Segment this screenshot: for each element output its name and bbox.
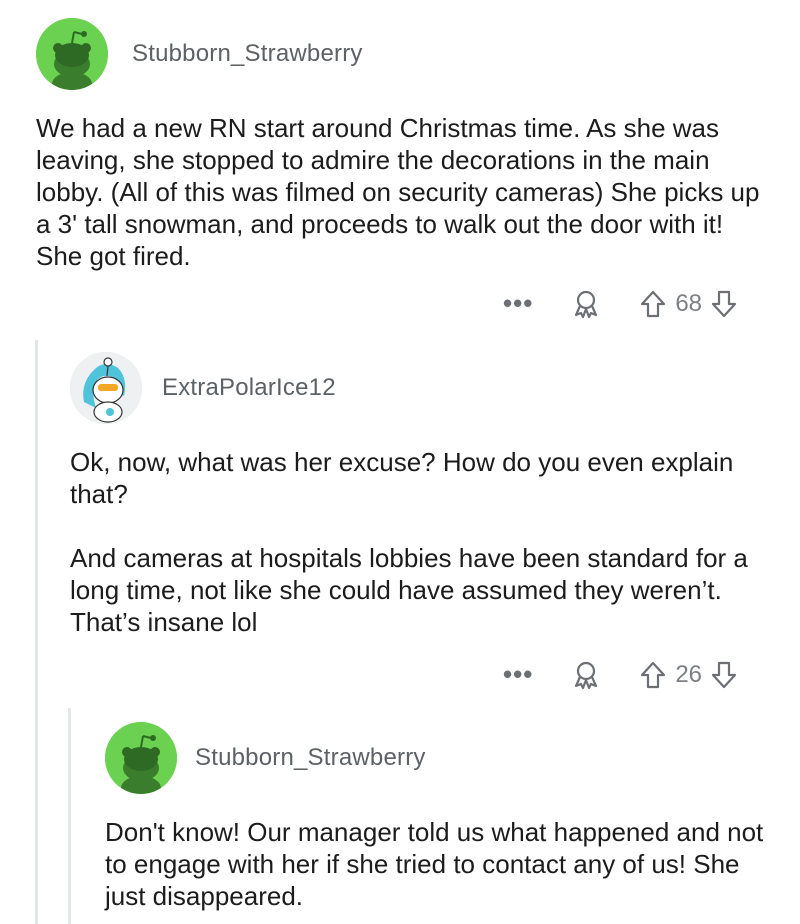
snoo-avatar-icon[interactable] xyxy=(105,722,177,794)
upvote-icon[interactable] xyxy=(639,660,667,690)
username[interactable]: Stubborn_Strawberry xyxy=(195,744,426,772)
comment-text: And cameras at hospitals lobbies have be… xyxy=(70,543,748,637)
comment-text: We had a new RN start around Christmas t… xyxy=(36,113,760,271)
vote-control: 26 xyxy=(639,660,738,690)
more-options-button[interactable]: ••• xyxy=(503,288,533,319)
more-options-button[interactable]: ••• xyxy=(503,659,533,690)
downvote-icon[interactable] xyxy=(710,660,738,690)
comment: Stubborn_Strawberry We had a new RN star… xyxy=(36,18,776,272)
comment-actions: ••• 68 xyxy=(503,288,738,319)
vote-count: 68 xyxy=(675,289,703,317)
thread-line[interactable] xyxy=(35,340,38,924)
award-icon[interactable] xyxy=(571,660,601,690)
vote-control: 68 xyxy=(639,289,738,319)
comment-reply: Stubborn_Strawberry Don't know! Our mana… xyxy=(105,722,785,912)
comment-header: Stubborn_Strawberry xyxy=(36,18,776,90)
username[interactable]: ExtraPolarIce12 xyxy=(162,374,336,402)
thread-line[interactable] xyxy=(68,708,71,924)
username[interactable]: Stubborn_Strawberry xyxy=(132,40,363,68)
vote-count: 26 xyxy=(675,660,703,688)
upvote-icon[interactable] xyxy=(639,289,667,319)
comment-actions: ••• 26 xyxy=(503,659,738,690)
custom-snoo-avatar-icon[interactable] xyxy=(70,352,142,424)
comment-header: Stubborn_Strawberry xyxy=(105,722,785,794)
comment-text: Ok, now, what was her excuse? How do you… xyxy=(70,447,734,509)
award-icon[interactable] xyxy=(571,289,601,319)
comment-text: Don't know! Our manager told us what hap… xyxy=(105,817,764,911)
comment-header: ExtraPolarIce12 xyxy=(70,352,780,424)
downvote-icon[interactable] xyxy=(710,289,738,319)
comment-reply: ExtraPolarIce12 Ok, now, what was her ex… xyxy=(70,352,780,638)
snoo-avatar-icon[interactable] xyxy=(36,18,108,90)
